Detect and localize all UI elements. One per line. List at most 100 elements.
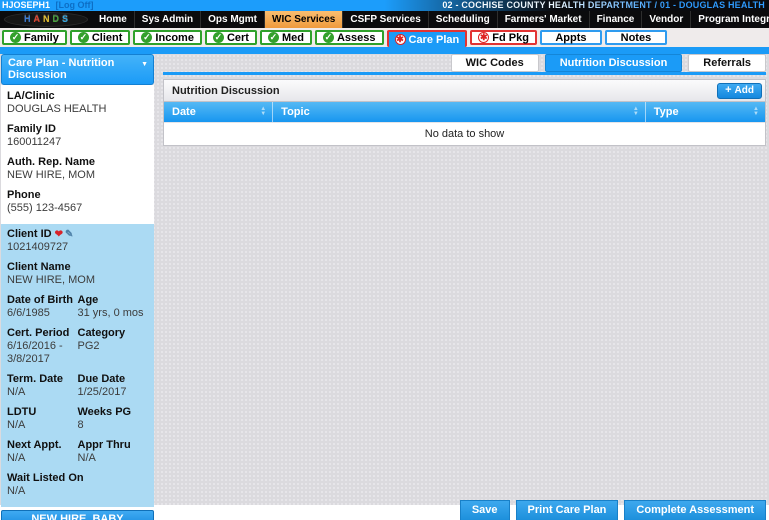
tab-label: Client: [91, 31, 123, 44]
tab-client[interactable]: ✓ Client: [69, 30, 131, 45]
panel-header: Nutrition Discussion + Add: [164, 80, 765, 102]
field-row-dob-age: Date of Birth 6/6/1985 Age 31 yrs, 0 mos: [7, 294, 148, 320]
tab-care-plan[interactable]: ✱ Care Plan: [386, 30, 468, 47]
field-due-date: Due Date 1/25/2017: [78, 373, 149, 399]
field-label: Age: [77, 294, 99, 306]
tab-family[interactable]: ✓ Family: [2, 30, 67, 45]
menu-bar: H A N D S Home Sys Admin Ops Mgmt WIC Se…: [0, 11, 769, 28]
column-label: Date: [172, 106, 196, 118]
sort-icon[interactable]: ▲ ▼: [633, 106, 639, 117]
column-header-type[interactable]: Type ▲ ▼: [644, 102, 765, 122]
family-info-section: LA/Clinic DOUGLAS HEALTH Family ID 16001…: [1, 85, 154, 224]
location-title: 02 - COCHISE COUNTY HEALTH DEPARTMENT / …: [442, 0, 765, 10]
field-value: 6/6/1985: [7, 307, 50, 319]
menu-item-program-integrity[interactable]: Program Integrity: [691, 11, 769, 28]
column-label: Type: [653, 106, 679, 118]
menu-item-wic-services[interactable]: WIC Services: [265, 11, 344, 28]
log-off-link[interactable]: [Log Off]: [56, 0, 94, 10]
subtab-referrals[interactable]: Referrals: [688, 54, 766, 72]
check-icon: ✓: [322, 32, 334, 43]
client-info-section: Client ID ❤ ✎ 1021409727 Client Name NEW H…: [1, 224, 154, 507]
add-button[interactable]: + Add: [717, 82, 762, 99]
tab-label: Assess: [336, 31, 376, 44]
column-header-date[interactable]: Date ▲ ▼: [164, 102, 272, 122]
field-la-clinic: LA/Clinic DOUGLAS HEALTH: [7, 90, 148, 116]
field-label: Client Name: [7, 261, 71, 273]
field-auth-rep-name: Auth. Rep. Name NEW HIRE, MOM: [7, 156, 148, 182]
field-row-term-due: Term. Date N/A Due Date 1/25/2017: [7, 373, 148, 399]
field-value: 6/16/2016 - 3/8/2017: [7, 340, 63, 365]
footer-button-bar: Save Print Care Plan Complete Assessment: [459, 500, 766, 520]
logo-letter: S: [61, 14, 68, 24]
check-icon: ✓: [212, 32, 224, 43]
field-label: LA/Clinic: [7, 90, 55, 102]
client-tab-row: ✓ Family ✓ Client ✓ Income ✓ Cert ✓ Med …: [0, 28, 769, 47]
tab-med[interactable]: ✓ Med: [259, 30, 312, 45]
tab-label: Family: [24, 31, 59, 44]
main-content: WIC Codes Nutrition Discussion Referrals…: [163, 54, 766, 520]
hands-logo-oval: H A N D S: [4, 12, 88, 27]
plus-icon: +: [725, 84, 732, 96]
field-label: Date of Birth: [7, 294, 73, 306]
sort-icon[interactable]: ▲ ▼: [753, 106, 759, 117]
logo-letter: N: [42, 14, 50, 24]
tab-label: Fd Pkg: [492, 31, 529, 44]
menu-item-farmers-market[interactable]: Farmers' Market: [498, 11, 590, 28]
edit-pencil-icon[interactable]: ✎: [65, 229, 73, 240]
field-row-ldtu-weeks: LDTU N/A Weeks PG 8: [7, 406, 148, 432]
tab-notes[interactable]: Notes: [604, 30, 667, 45]
health-heart-icon: ❤: [54, 229, 64, 240]
field-phone: Phone (555) 123-4567: [7, 189, 148, 215]
check-icon: ✓: [10, 32, 21, 43]
complete-assessment-button[interactable]: Complete Assessment: [624, 500, 766, 520]
field-cert-period: Cert. Period 6/16/2016 - 3/8/2017: [7, 327, 78, 366]
field-label: Cert. Period: [7, 327, 70, 339]
tab-income[interactable]: ✓ Income: [133, 30, 202, 45]
field-label: Category: [77, 327, 126, 339]
column-header-topic[interactable]: Topic ▲ ▼: [272, 102, 645, 122]
field-label: Weeks PG: [77, 406, 132, 418]
field-value: 1021409727: [7, 241, 69, 253]
field-row-cert-category: Cert. Period 6/16/2016 - 3/8/2017 Catego…: [7, 327, 148, 366]
tab-fd-pkg[interactable]: ✱ Fd Pkg: [470, 30, 537, 45]
field-value: NEW HIRE, MOM: [7, 169, 95, 181]
subtab-wic-codes[interactable]: WIC Codes: [450, 54, 539, 72]
menu-item-vendor[interactable]: Vendor: [642, 11, 692, 28]
sidebar-screen-selector[interactable]: Care Plan - Nutrition Discussion ▼: [1, 54, 154, 85]
tab-assess[interactable]: ✓ Assess: [314, 30, 384, 45]
field-label: Appr Thru: [77, 439, 131, 451]
panel-title: Nutrition Discussion: [172, 84, 280, 97]
field-appr-thru: Appr Thru N/A: [78, 439, 149, 465]
menu-item-finance[interactable]: Finance: [590, 11, 643, 28]
menu-item-sys-admin[interactable]: Sys Admin: [135, 11, 202, 28]
hands-logo: H A N D S: [0, 11, 92, 28]
field-wait-listed-on: Wait Listed On N/A: [7, 472, 148, 498]
check-icon: ✓: [141, 32, 153, 43]
sort-icon[interactable]: ▲ ▼: [260, 106, 266, 117]
tab-cert[interactable]: ✓ Cert: [204, 30, 257, 45]
tab-label: Notes: [620, 31, 652, 44]
field-label: Due Date: [77, 373, 126, 385]
tab-appts[interactable]: Appts: [539, 30, 602, 45]
menu-item-home[interactable]: Home: [92, 11, 135, 28]
subtab-underline: [163, 72, 766, 75]
table-empty-message: No data to show: [164, 122, 765, 145]
family-member-button-baby[interactable]: NEW HIRE, BABY: [1, 510, 154, 520]
menu-item-scheduling[interactable]: Scheduling: [429, 11, 498, 28]
field-value: N/A: [77, 452, 96, 464]
save-button[interactable]: Save: [459, 500, 510, 520]
menu-item-ops-mgmt[interactable]: Ops Mgmt: [201, 11, 265, 28]
app-window: HJOSEPH1 [Log Off] 02 - COCHISE COUNTY H…: [0, 0, 769, 520]
field-family-id: Family ID 160011247: [7, 123, 148, 149]
check-icon: ✓: [77, 32, 89, 43]
field-category: Category PG2: [78, 327, 149, 366]
care-plan-subtabs: WIC Codes Nutrition Discussion Referrals: [450, 54, 766, 72]
field-value: DOUGLAS HEALTH: [7, 103, 107, 115]
sidebar-screen-label: Care Plan - Nutrition Discussion: [8, 57, 115, 81]
field-label: Client ID ❤ ✎: [7, 228, 148, 241]
field-label: Next Appt.: [7, 439, 62, 451]
menu-item-csfp-services[interactable]: CSFP Services: [343, 11, 429, 28]
client-sidebar: Care Plan - Nutrition Discussion ▼ LA/Cl…: [1, 54, 154, 520]
print-care-plan-button[interactable]: Print Care Plan: [515, 500, 619, 520]
subtab-nutrition-discussion[interactable]: Nutrition Discussion: [544, 54, 683, 72]
